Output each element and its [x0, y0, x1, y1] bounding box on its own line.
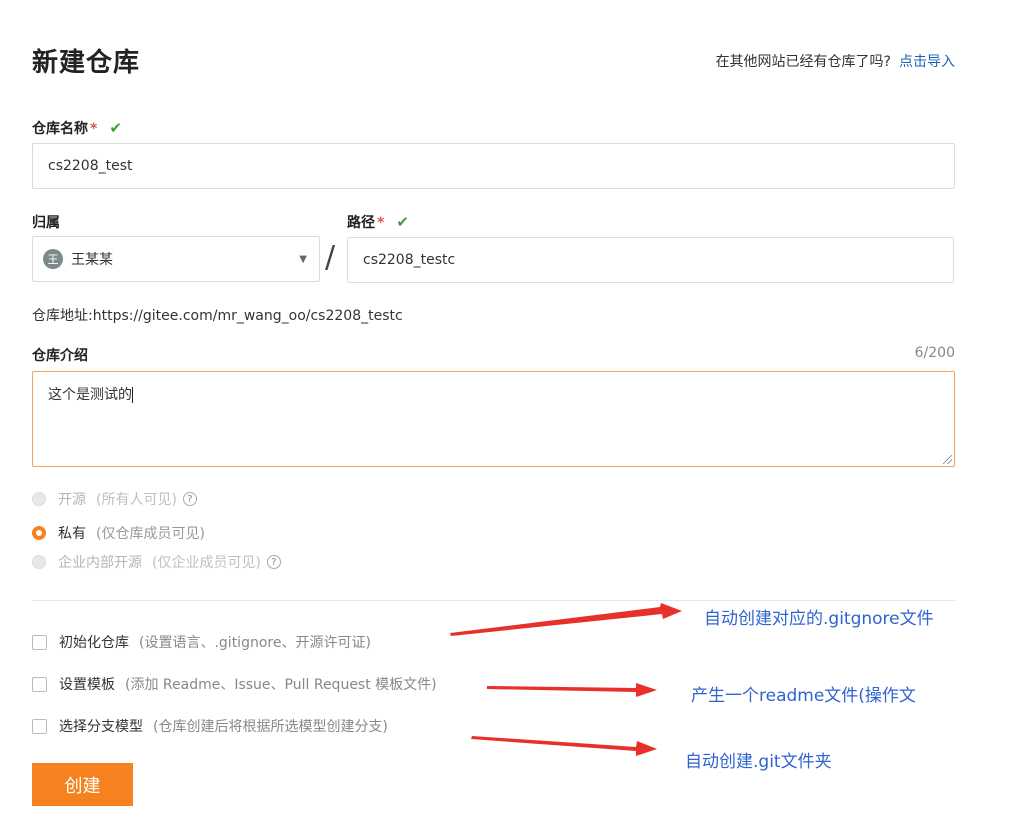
annotation-note-2: 产生一个readme文件(操作文 — [691, 686, 916, 706]
annotation-note-3: 自动创建.git文件夹 — [685, 752, 832, 772]
annotation-note-1: 自动创建对应的.gitgnore文件 — [704, 609, 934, 629]
arrow-1 — [450, 603, 682, 636]
arrow-3 — [471, 736, 657, 756]
arrow-2 — [487, 683, 657, 697]
